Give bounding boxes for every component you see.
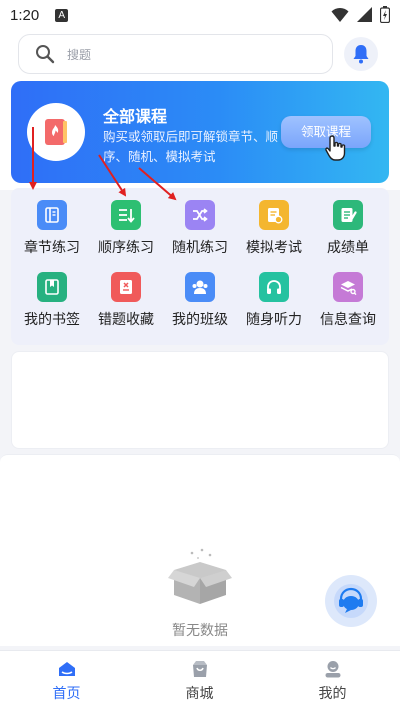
grid-item-portable-listening[interactable]: 随身听力: [236, 272, 312, 329]
grid-label: 随机练习: [172, 240, 228, 256]
grid-item-sequential-practice[interactable]: 顺序练习: [88, 200, 164, 257]
grid-item-transcript[interactable]: 成绩单: [310, 200, 386, 257]
bottom-tab-bar: 首页 商城 我的: [0, 650, 400, 710]
grid-label: 成绩单: [327, 240, 369, 256]
grid-item-info-query[interactable]: 信息查询: [310, 272, 386, 329]
wifi-icon: [331, 7, 349, 22]
course-banner[interactable]: 全部课程 购买或领取后即可解锁章节、顺序、随机、模拟考试 领取课程: [11, 81, 389, 183]
bell-icon: [353, 45, 369, 64]
grid-item-my-class[interactable]: 我的班级: [162, 272, 238, 329]
course-badge: [27, 103, 85, 161]
search-placeholder: 搜题: [67, 47, 92, 62]
grid-label: 随身听力: [246, 312, 302, 328]
grid-item-my-bookmarks[interactable]: 我的书签: [14, 272, 90, 329]
shuffle-icon: [185, 200, 215, 230]
info-query-icon: [333, 272, 363, 302]
grid-item-wrong-questions[interactable]: 错题收藏: [88, 272, 164, 329]
chapter-icon: [37, 200, 67, 230]
notification-bell-button[interactable]: [344, 37, 378, 71]
tab-mall[interactable]: 商城: [133, 651, 266, 710]
tab-label: 首页: [52, 686, 81, 702]
transcript-icon: [333, 200, 363, 230]
grid-label: 模拟考试: [246, 240, 302, 256]
order-icon: [111, 200, 141, 230]
search-input[interactable]: 搜题: [18, 34, 333, 74]
grid-item-chapter-practice[interactable]: 章节练习: [14, 200, 90, 257]
status-indicators: [331, 6, 390, 23]
banner-description: 购买或领取后即可解锁章节、顺序、随机、模拟考试: [103, 129, 279, 164]
grid-label: 顺序练习: [98, 240, 154, 256]
mall-bag-icon: [191, 659, 209, 679]
exam-icon: [259, 200, 289, 230]
course-book-icon: [45, 119, 67, 145]
banner-title: 全部课程: [103, 107, 168, 126]
wrong-questions-icon: [111, 272, 141, 302]
class-icon: [185, 272, 215, 302]
grid-label: 我的班级: [172, 312, 228, 328]
grid-label: 章节练习: [24, 240, 80, 256]
signal-icon: [357, 7, 372, 22]
status-bar: 1:20 A: [0, 0, 400, 30]
battery-icon: [380, 6, 390, 23]
notification-icon: A: [55, 8, 69, 22]
tab-home[interactable]: 首页: [0, 651, 133, 710]
profile-icon: [324, 659, 342, 679]
grid-item-random-practice[interactable]: 随机练习: [162, 200, 238, 257]
grid-label: 我的书签: [24, 312, 80, 328]
grid-label: 信息查询: [320, 312, 376, 328]
home-icon: [58, 659, 76, 679]
grid-item-mock-exam[interactable]: 模拟考试: [236, 200, 312, 257]
headphones-icon: [259, 272, 289, 302]
feature-grid: 章节练习 顺序练习 随机练习 模拟考试 成绩单 我的书签 错题收藏 我的班级 随…: [11, 188, 389, 345]
grid-label: 错题收藏: [98, 312, 154, 328]
chat-headset-icon: [334, 584, 368, 618]
customer-service-button[interactable]: [325, 575, 377, 627]
tab-label: 商城: [185, 686, 214, 702]
empty-box-icon: [168, 548, 232, 604]
tab-mine[interactable]: 我的: [266, 651, 399, 710]
tab-label: 我的: [318, 686, 347, 702]
status-time: 1:20: [10, 6, 40, 24]
bookmark-icon: [37, 272, 67, 302]
search-icon: [36, 45, 55, 64]
empty-card: [11, 351, 389, 449]
hand-cursor-icon: [325, 135, 346, 161]
